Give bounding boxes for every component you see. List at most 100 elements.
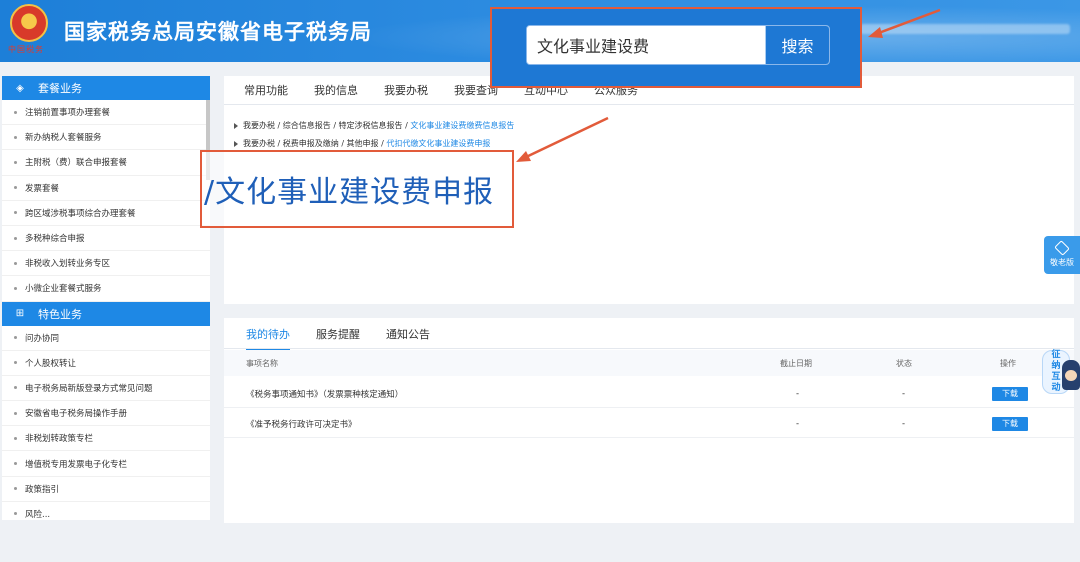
bullet-icon <box>14 286 17 290</box>
tab-my-todo[interactable]: 我的待办 <box>246 326 290 350</box>
emblem-text: 中国税务 <box>8 45 44 54</box>
main-tab[interactable]: 我的信息 <box>314 82 358 104</box>
sidebar-item[interactable]: 发票套餐 <box>2 176 210 201</box>
sidebar-item-label: 非税收入划转业务专区 <box>25 259 111 270</box>
mascot-char: 纳 <box>1051 361 1061 371</box>
sidebar-section-title: 特色业务 <box>38 307 82 321</box>
mascot-char: 动 <box>1051 383 1061 393</box>
todo-card: 我的待办 服务提醒 通知公告 事项名称 截止日期 状态 操作 《税务事项通知书》… <box>224 318 1074 523</box>
result-path: 我要办税 / 综合信息报告 / 特定涉税信息报告 / <box>243 121 411 130</box>
sidebar-item-label: 风险... <box>25 509 51 520</box>
site-title[interactable]: 国家税务总局安徽省电子税务局 <box>64 16 372 46</box>
bullet-icon <box>14 261 17 265</box>
search-input[interactable] <box>527 26 767 64</box>
todo-tabs: 我的待办 服务提醒 通知公告 <box>246 326 456 350</box>
download-button[interactable]: 下载 <box>992 386 1028 401</box>
sidebar-list-special: 问办协同个人股权转让电子税务局新版登录方式常见问题 安徽省电子税务局操作手册非税划… <box>2 326 210 521</box>
mascot-char: 互 <box>1051 372 1061 382</box>
tab-notice[interactable]: 通知公告 <box>386 326 430 350</box>
search-button[interactable]: 搜索 <box>765 26 829 64</box>
bullet-icon <box>14 135 17 139</box>
mascot-char: 征 <box>1051 350 1061 360</box>
elder-mode-button[interactable]: 敬老版 <box>1044 236 1080 274</box>
result-path: 我要办税 / 税费申报及缴纳 / 其他申报 / <box>243 139 387 148</box>
download-button[interactable]: 下载 <box>992 416 1028 431</box>
result-link[interactable]: 文化事业建设费缴费信息报告 <box>410 121 514 130</box>
sidebar-item-label: 跨区域涉税事项综合办理套餐 <box>25 208 136 219</box>
sidebar-section-special[interactable]: ⊞ 特色业务 <box>2 301 210 326</box>
zoom-annotation: /文化事业建设费申报 <box>200 150 514 228</box>
sidebar: ◈ 套餐业务 注销前置事项办理套餐 新办纳税人套餐服务主附税（费）联合申报套餐 发票… <box>2 76 210 520</box>
sidebar-item[interactable]: 新办纳税人套餐服务 <box>2 125 210 151</box>
interaction-mascot[interactable]: 征 纳 互 动 <box>1042 350 1080 398</box>
bullet-icon <box>14 386 17 390</box>
sidebar-item[interactable]: 增值税专用发票电子化专栏 <box>2 451 210 477</box>
tax-emblem-icon <box>10 4 48 42</box>
row-name: 《税务事项通知书》（发票票种核定通知） <box>246 389 404 400</box>
col-name: 事项名称 <box>246 358 278 368</box>
sidebar-item[interactable]: 多税种综合申报 <box>2 226 210 252</box>
sidebar-item[interactable]: 安徽省电子税务局操作手册 <box>2 401 210 427</box>
zoom-label: /文化事业建设费申报 <box>204 175 495 210</box>
sidebar-item-label: 政策指引 <box>25 484 60 495</box>
sidebar-item[interactable]: 政策指引 <box>2 477 210 502</box>
bullet-icon <box>14 186 17 190</box>
caret-right-icon <box>234 140 238 147</box>
heart-icon <box>1054 239 1070 256</box>
bullet-icon <box>14 236 17 240</box>
bullet-icon <box>14 487 17 491</box>
bullet-icon <box>14 336 17 340</box>
sidebar-section-title: 套餐业务 <box>38 82 82 95</box>
sidebar-item[interactable]: 风险... <box>2 502 210 520</box>
sidebar-item[interactable]: 主附税（费）联合申报套餐 <box>2 150 210 176</box>
sidebar-item-label: 发票套餐 <box>25 183 60 194</box>
tab-service-reminder[interactable]: 服务提醒 <box>316 326 360 350</box>
bullet-icon <box>14 211 17 215</box>
result-item[interactable]: 我要办税 / 综合信息报告 / 特定涉税信息报告 / 文化事业建设费缴费信息报告 <box>234 120 514 131</box>
mascot-officer-icon <box>1062 360 1080 390</box>
sidebar-item[interactable]: 问办协同 <box>2 326 210 351</box>
main-tab[interactable]: 我要办税 <box>384 82 428 104</box>
row-deadline: - <box>796 388 800 399</box>
sidebar-item[interactable]: 非税收入划转业务专区 <box>2 251 210 277</box>
sidebar-item[interactable]: 小微企业套餐式服务 <box>2 276 210 302</box>
sidebar-item-label: 非税划转政策专栏 <box>25 434 94 445</box>
sidebar-item-label: 个人股权转让 <box>25 358 77 369</box>
row-status: - <box>902 388 906 399</box>
sidebar-item-label: 主附税（费）联合申报套餐 <box>25 158 128 169</box>
search-panel: 搜索 <box>490 7 862 88</box>
bullet-icon <box>14 110 17 114</box>
table-header: 事项名称 截止日期 状态 操作 <box>224 350 1074 376</box>
sidebar-item-label: 多税种综合申报 <box>25 234 85 245</box>
result-item[interactable]: 我要办税 / 税费申报及缴纳 / 其他申报 / 代扣代缴文化事业建设费申报 <box>234 138 490 149</box>
row-status: - <box>902 418 906 429</box>
bullet-icon <box>14 512 17 516</box>
elder-mode-label: 敬老版 <box>1050 257 1074 267</box>
sidebar-item[interactable]: 非税划转政策专栏 <box>2 426 210 452</box>
tabs-divider <box>224 104 1074 105</box>
caret-right-icon <box>234 122 238 129</box>
sidebar-item-label: 问办协同 <box>25 333 60 344</box>
sidebar-item-label: 注销前置事项办理套餐 <box>25 108 111 119</box>
sidebar-list-package: 注销前置事项办理套餐 新办纳税人套餐服务主附税（费）联合申报套餐 发票套餐跨区域涉税… <box>2 100 210 302</box>
col-deadline: 截止日期 <box>780 358 812 368</box>
col-status: 状态 <box>896 358 912 368</box>
result-link[interactable]: 代扣代缴文化事业建设费申报 <box>386 139 490 148</box>
sidebar-item[interactable]: 跨区域涉税事项综合办理套餐 <box>2 201 210 226</box>
table-row: 《税务事项通知书》（发票票种核定通知） - - 下载 <box>224 380 1074 408</box>
row-name: 《准予税务行政许可决定书》 <box>246 419 357 430</box>
sidebar-item-label: 小微企业套餐式服务 <box>25 284 102 295</box>
sidebar-section-package[interactable]: ◈ 套餐业务 <box>2 76 210 100</box>
sidebar-item[interactable]: 注销前置事项办理套餐 <box>2 100 210 126</box>
bullet-icon <box>14 436 17 440</box>
sidebar-item[interactable]: 电子税务局新版登录方式常见问题 <box>2 376 210 402</box>
user-info-blurred[interactable] <box>860 24 1070 34</box>
layers-icon: ◈ <box>16 82 24 94</box>
row-deadline: - <box>796 418 800 429</box>
bullet-icon <box>14 411 17 415</box>
main-tab[interactable]: 常用功能 <box>244 82 288 104</box>
sidebar-item[interactable]: 个人股权转让 <box>2 351 210 376</box>
bullet-icon <box>14 462 17 466</box>
search-box: 搜索 <box>526 25 830 65</box>
sidebar-item-label: 新办纳税人套餐服务 <box>25 133 102 144</box>
